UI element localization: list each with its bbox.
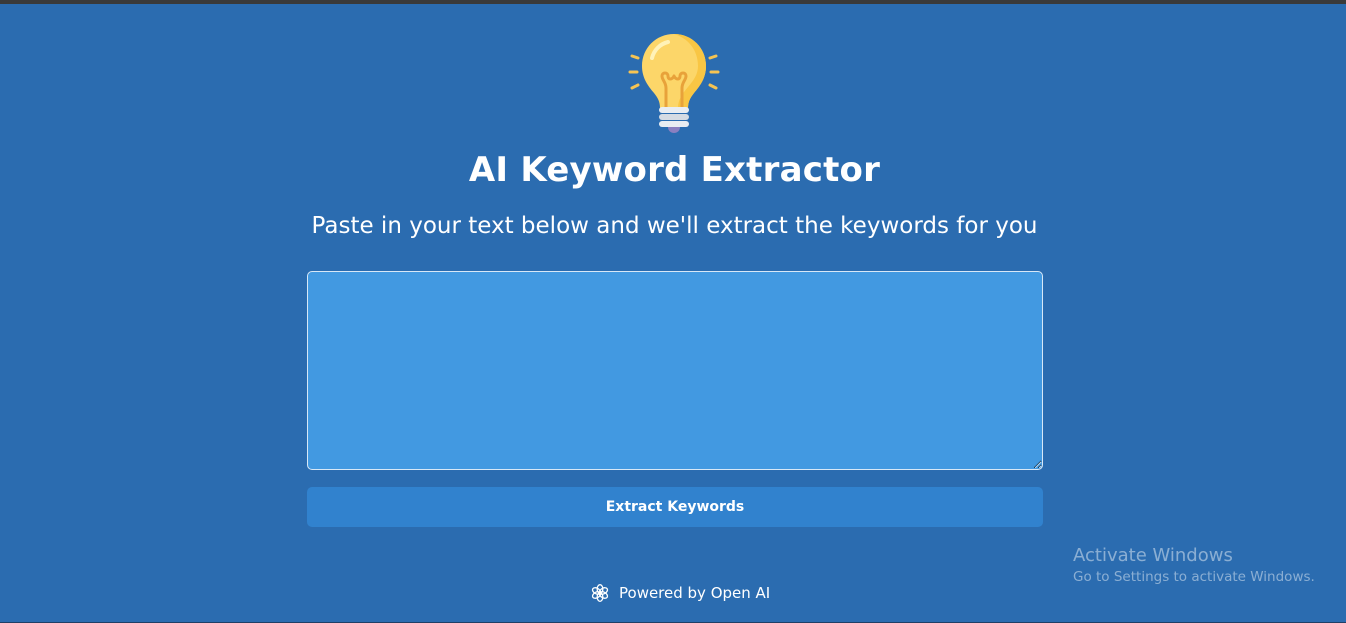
app-container: AI Keyword Extractor Paste in your text … xyxy=(0,0,1346,623)
watermark-subtitle: Go to Settings to activate Windows. xyxy=(1073,569,1315,585)
powered-by-text: Powered by Open AI xyxy=(619,584,771,602)
powered-by-footer: Powered by Open AI xyxy=(590,582,770,604)
page-subtitle: Paste in your text below and we'll extra… xyxy=(311,213,1038,239)
page-title: AI Keyword Extractor xyxy=(468,150,881,190)
lightbulb-icon xyxy=(628,34,720,133)
watermark-title: Activate Windows xyxy=(1073,545,1233,566)
windows-activation-watermark: Activate Windows Go to Settings to activ… xyxy=(1073,545,1315,587)
text-input[interactable] xyxy=(307,271,1043,470)
extract-keywords-button[interactable]: Extract Keywords xyxy=(307,487,1043,527)
openai-icon xyxy=(591,584,609,602)
